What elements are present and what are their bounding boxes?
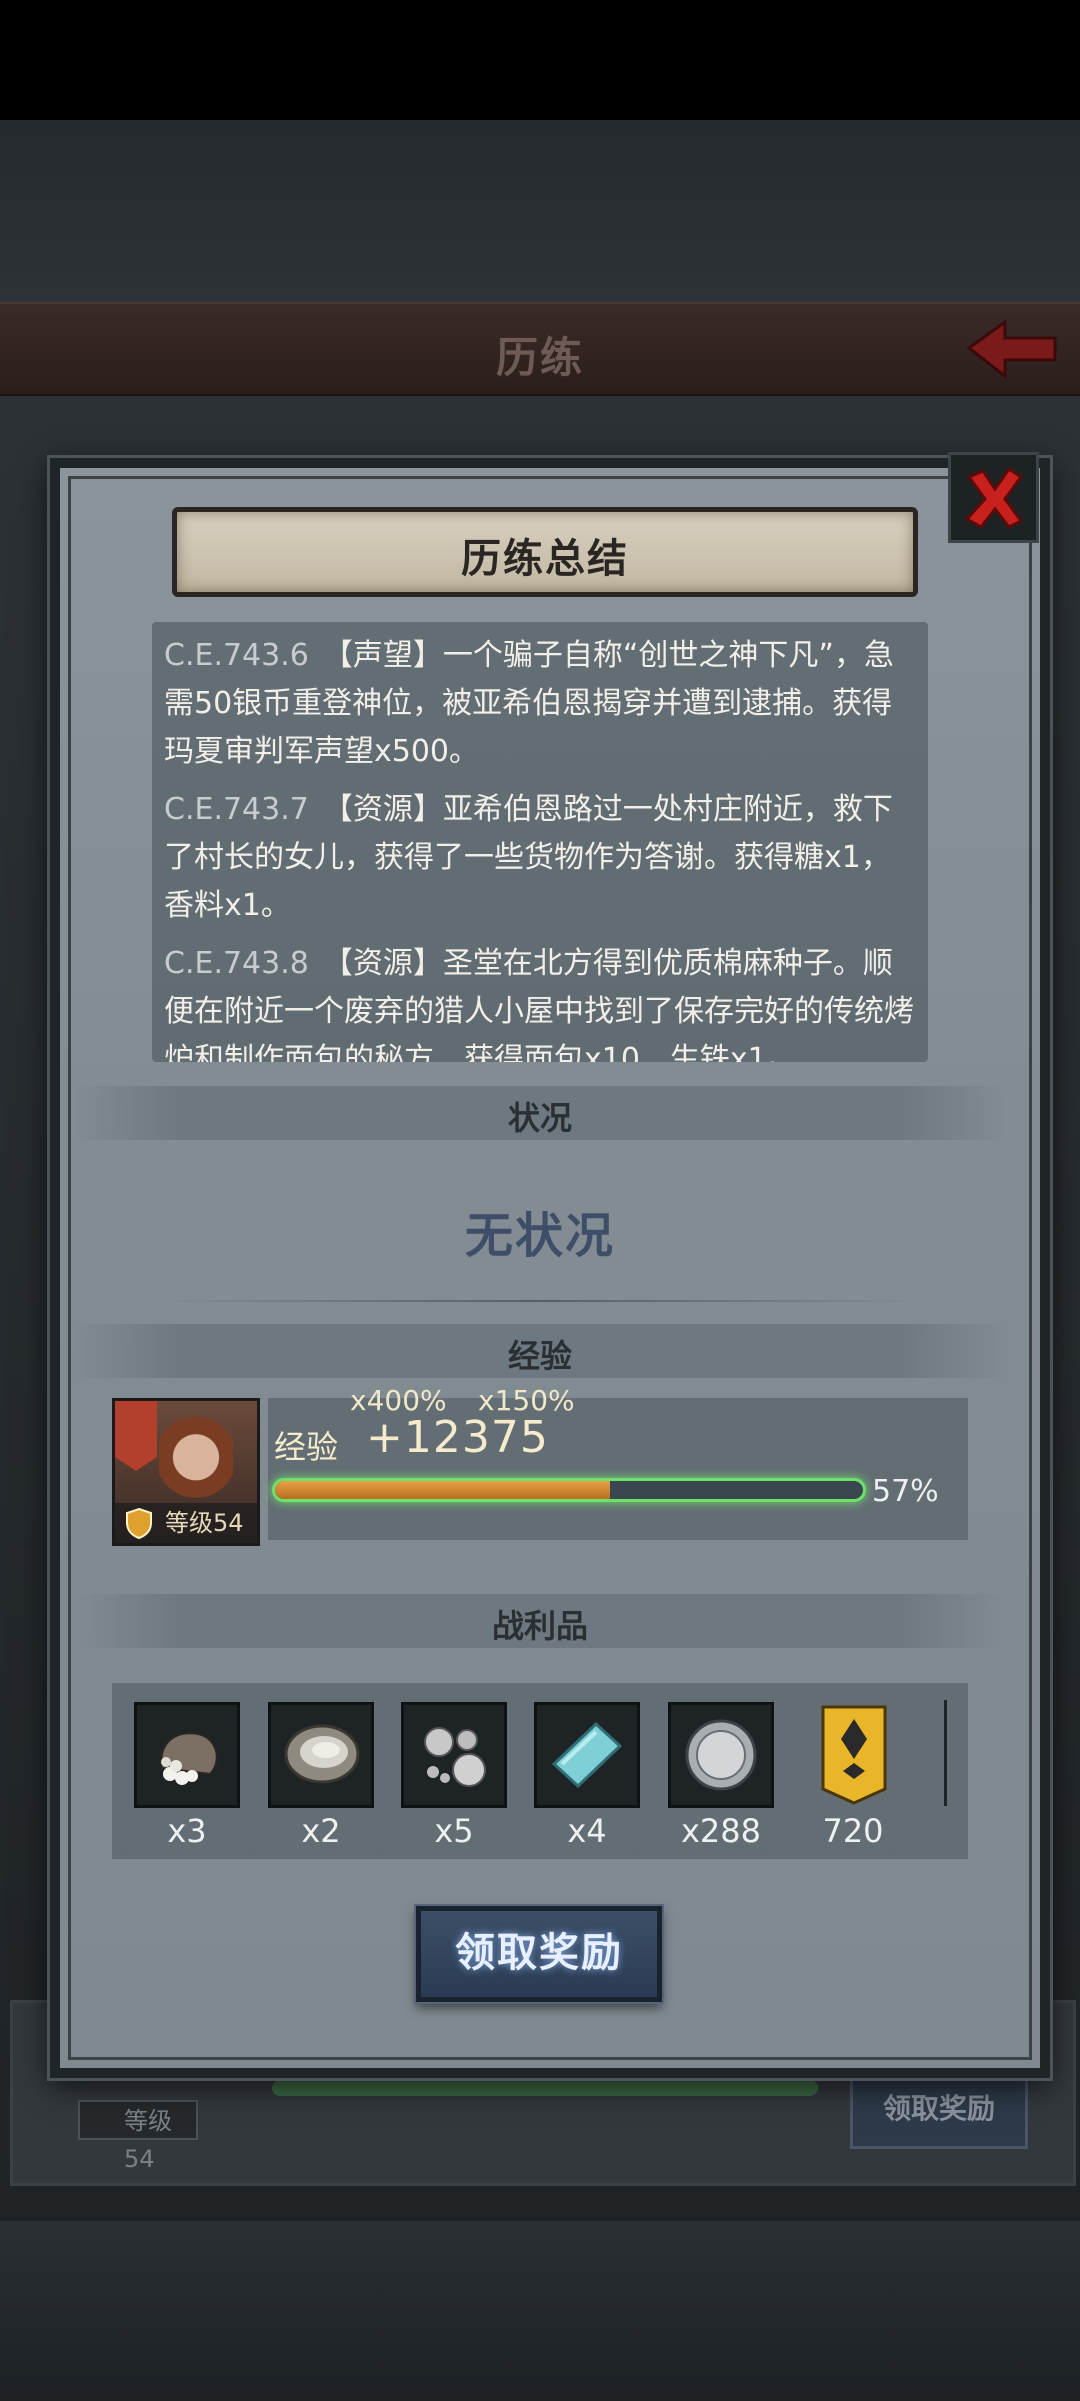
exp-section-header: 经验 — [72, 1324, 1008, 1378]
exp-progress-fill — [275, 1481, 611, 1499]
log-date: C.E.743.8 — [164, 946, 309, 981]
log-date: C.E.743.7 — [164, 792, 309, 827]
event-log[interactable]: C.E.743.6 【声望】一个骗子自称“创世之神下凡”，急需50银币重登神位，被… — [152, 622, 928, 1062]
shield-icon — [126, 1507, 152, 1539]
log-entry: C.E.743.6 【声望】一个骗子自称“创世之神下凡”，急需50银币重登神位，被… — [164, 632, 918, 776]
screen-title-bar: 历练 — [0, 302, 1080, 396]
faction-banner-icon — [115, 1401, 157, 1471]
loot-item-cloth[interactable] — [534, 1702, 640, 1808]
loot-scroll-indicator — [944, 1700, 947, 1806]
loot-item-silver[interactable] — [668, 1702, 774, 1808]
status-value: 无状况 — [464, 1208, 615, 1264]
rank-banner-icon — [821, 1705, 887, 1805]
log-entry: C.E.743.8 【资源】圣堂在北方得到优质棉麻种子。顺便在附近一个废弃的猎人小… — [164, 940, 918, 1062]
status-divider — [160, 1300, 920, 1302]
modal-title: 历练总结 — [461, 536, 629, 582]
background-progress-bar — [272, 2080, 818, 2096]
cloth-roll-icon — [551, 1721, 623, 1789]
silver-coin-icon — [685, 1719, 757, 1791]
background-claim-button[interactable]: 领取奖励 — [850, 2075, 1028, 2149]
loot-section-header: 战利品 — [72, 1594, 1008, 1648]
loot-count: x2 — [301, 1812, 341, 1850]
loot-item-salt[interactable] — [134, 1702, 240, 1808]
close-button[interactable] — [948, 452, 1039, 543]
pearls-icon — [424, 1727, 486, 1787]
exp-progress-bar — [272, 1478, 866, 1502]
loot-item-oyster[interactable] — [268, 1702, 374, 1808]
loot-count: x288 — [680, 1812, 761, 1850]
claim-reward-button[interactable]: 领取奖励 — [416, 1906, 662, 2002]
loot-item-rank[interactable] — [812, 1702, 896, 1808]
hero-avatar — [159, 1417, 233, 1513]
log-entry: C.E.743.7 【资源】亚希伯恩路过一处村庄附近，救下了村长的女儿，获得了一些… — [164, 786, 918, 930]
exp-label: 经验 — [274, 1428, 339, 1466]
salt-sack-icon — [160, 1732, 218, 1785]
screen-title: 历练 — [495, 333, 584, 382]
loot-header: 战利品 — [491, 1607, 588, 1645]
loot-count: x4 — [567, 1812, 607, 1850]
loot-count: x5 — [434, 1812, 474, 1850]
close-icon — [964, 466, 1023, 529]
status-section-header: 状况 — [72, 1086, 1008, 1140]
exp-gain-value: +12375 — [366, 1412, 549, 1463]
modal-title-banner: 历练总结 — [172, 507, 918, 597]
back-arrow-icon[interactable] — [965, 316, 1060, 382]
exp-header: 经验 — [507, 1337, 572, 1375]
loot-item-pearls[interactable] — [401, 1702, 507, 1808]
loot-count: 720 — [822, 1812, 884, 1850]
log-date: C.E.743.6 — [164, 638, 309, 673]
exp-percent: 57% — [872, 1474, 939, 1509]
status-header: 状况 — [507, 1099, 572, 1137]
loot-count: x3 — [167, 1812, 207, 1850]
hero-portrait: 等级54 — [112, 1398, 260, 1546]
oyster-icon — [284, 1724, 360, 1784]
background-level-tag: 等级54 — [78, 2100, 198, 2173]
